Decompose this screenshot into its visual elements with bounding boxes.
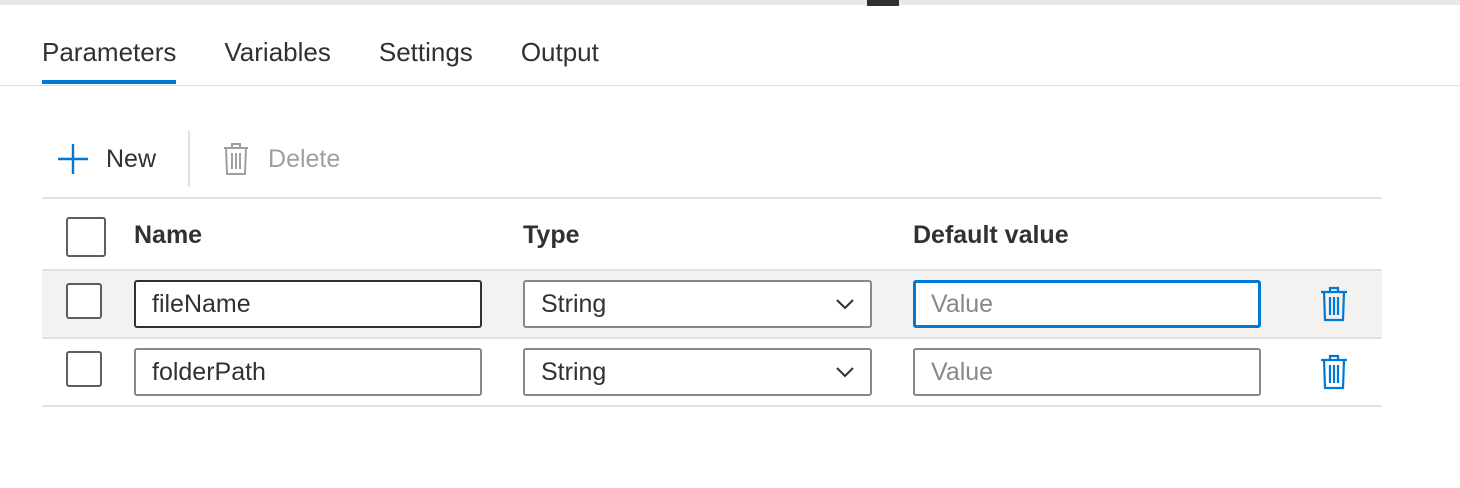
trash-icon[interactable] — [1319, 286, 1349, 322]
chevron-down-icon — [836, 299, 854, 310]
column-header-default-value: Default value — [913, 221, 1069, 249]
type-dropdown-value: String — [541, 358, 607, 386]
tab-bar: Parameters Variables Settings Output — [42, 34, 647, 86]
delete-button[interactable]: Delete — [222, 142, 340, 176]
tabs-divider — [0, 85, 1460, 86]
toolbar: New Delete — [42, 130, 340, 188]
tab-output[interactable]: Output — [521, 34, 599, 86]
tab-parameters[interactable]: Parameters — [42, 34, 177, 86]
panel-resize-handle[interactable] — [867, 0, 899, 6]
row-checkbox[interactable] — [66, 351, 102, 387]
default-value-input[interactable]: Value — [913, 348, 1261, 396]
name-input[interactable]: folderPath — [134, 348, 482, 396]
column-header-type: Type — [523, 221, 580, 249]
trash-icon[interactable] — [1319, 354, 1349, 390]
column-header-name: Name — [134, 221, 203, 249]
trash-icon — [224, 143, 249, 175]
toolbar-separator — [188, 131, 191, 187]
top-rule — [0, 0, 1460, 5]
table-row: fileName String Value — [42, 271, 1382, 339]
new-button-label: New — [106, 144, 157, 173]
name-input[interactable]: fileName — [134, 280, 482, 328]
plus-icon — [58, 144, 88, 174]
table-header-row: Name Type Default value — [42, 197, 1382, 271]
chevron-down-icon — [836, 367, 854, 378]
select-all-checkbox[interactable] — [66, 217, 106, 257]
new-button[interactable]: New — [42, 142, 156, 176]
tab-variables[interactable]: Variables — [224, 34, 330, 86]
type-dropdown[interactable]: String — [523, 348, 872, 396]
type-dropdown-value: String — [541, 290, 607, 318]
default-value-input[interactable]: Value — [913, 280, 1261, 328]
row-checkbox[interactable] — [66, 283, 102, 319]
type-dropdown[interactable]: String — [523, 280, 872, 328]
parameters-table: Name Type Default value fileName String … — [42, 197, 1382, 407]
table-row: folderPath String Value — [42, 339, 1382, 407]
tab-settings[interactable]: Settings — [379, 34, 473, 86]
delete-button-label: Delete — [268, 144, 341, 173]
